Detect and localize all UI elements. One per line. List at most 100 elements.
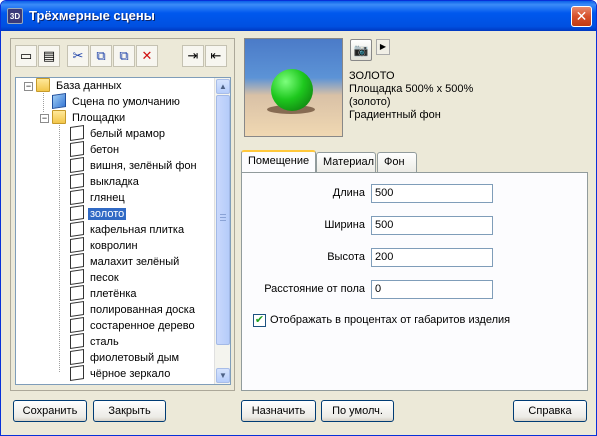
play-arrow-icon[interactable]: ▶ — [376, 39, 390, 55]
help-button[interactable]: Справка — [513, 400, 587, 422]
tree-item-label: чёрное зеркало — [90, 368, 171, 380]
export-icon[interactable]: ⇥ — [182, 45, 204, 67]
cube-icon — [70, 173, 84, 189]
close-button[interactable]: Закрыть — [93, 400, 166, 422]
tree-item[interactable]: белый мрамор — [70, 125, 167, 142]
tree-item-label: малахит зелёный — [90, 256, 180, 268]
save-button[interactable]: Сохранить — [13, 400, 87, 422]
assign-button[interactable]: Назначить — [241, 400, 316, 422]
window-title: Трёхмерные сцены — [29, 8, 155, 23]
scroll-up-icon[interactable]: ▲ — [216, 79, 230, 94]
tree-item[interactable]: выкладка — [70, 173, 141, 190]
cube-icon — [70, 189, 84, 205]
cube-icon — [70, 205, 84, 221]
cube-icon — [70, 221, 84, 237]
copy-icon[interactable]: ⧉ — [90, 45, 112, 67]
scene-preview — [244, 38, 343, 137]
width-label: Ширина — [324, 219, 365, 231]
width-field[interactable]: 500 — [371, 216, 493, 235]
tree-item[interactable]: сталь — [70, 333, 121, 350]
default-button[interactable]: По умолч. — [321, 400, 394, 422]
scroll-down-icon[interactable]: ▼ — [216, 368, 230, 383]
room-tab-panel: Длина 500 Ширина 500 Высота 200 Расстоян… — [241, 172, 588, 391]
tree-item[interactable]: чёрное зеркало — [70, 365, 172, 382]
percent-checkbox-label: Отображать в процентах от габаритов изде… — [270, 314, 511, 326]
cube-icon — [70, 237, 84, 253]
paste-icon[interactable]: ⧉ — [113, 45, 135, 67]
tree-root-database[interactable]: База данных — [36, 78, 124, 94]
length-field[interactable]: 500 — [371, 184, 493, 203]
cube-icon — [70, 269, 84, 285]
tree-item-label: кафельная плитка — [90, 224, 185, 236]
grip-line — [220, 214, 226, 215]
tree-item-label: плетёнка — [90, 288, 137, 300]
tree-item[interactable]: полированная доска — [70, 301, 197, 318]
open-folder-icon[interactable]: ▤ — [38, 45, 60, 67]
percent-checkbox[interactable]: ✔ — [253, 314, 266, 327]
cube-icon — [70, 253, 84, 269]
height-label: Высота — [327, 251, 365, 263]
tree-item[interactable]: бетон — [70, 141, 121, 158]
cube-icon — [70, 141, 84, 157]
cube-icon — [70, 301, 84, 317]
import-icon[interactable]: ⇤ — [205, 45, 227, 67]
floor-distance-label: Расстояние от пола — [264, 283, 365, 295]
delete-icon[interactable]: ✕ — [136, 45, 158, 67]
tree-item-label: ковролин — [90, 240, 138, 252]
tree-line — [59, 122, 60, 372]
tree-item-label: выкладка — [90, 176, 139, 188]
library-panel: ▭ ▤ ✂ ⧉ ⧉ ✕ ⇥ ⇤ − База данных Сцена по у… — [10, 38, 235, 391]
tree-item[interactable]: вишня, зелёный фон — [70, 157, 199, 174]
tree-default-scene[interactable]: Сцена по умолчанию — [52, 93, 182, 110]
tree-root-label: База данных — [56, 80, 122, 92]
tree-item[interactable]: кафельная плитка — [70, 221, 186, 238]
tree-item[interactable]: малахит зелёный — [70, 253, 181, 270]
cube-icon — [70, 365, 84, 381]
tree-item[interactable]: состаренное дерево — [70, 317, 197, 334]
scene-background: Градиентный фон — [349, 109, 441, 121]
tree-item-label: песок — [90, 272, 119, 284]
tree-item-label: глянец — [90, 192, 125, 204]
title-bar[interactable]: 3D Трёхмерные сцены ✕ — [1, 1, 596, 31]
tree-item-label: золото — [88, 208, 127, 220]
scene-material: (золото) — [349, 96, 391, 108]
cube-icon — [70, 317, 84, 333]
tree-item-label: белый мрамор — [90, 128, 166, 140]
cube-icon — [70, 333, 84, 349]
expand-toggle[interactable]: − — [24, 82, 33, 91]
tree-group-platforms[interactable]: Площадки — [52, 110, 127, 126]
tree-item[interactable]: ковролин — [70, 237, 140, 254]
tree-item[interactable]: песок — [70, 269, 121, 286]
scenes-window: 3D Трёхмерные сцены ✕ ▭ ▤ ✂ ⧉ ⧉ ✕ ⇥ ⇤ − … — [0, 0, 597, 436]
height-field[interactable]: 200 — [371, 248, 493, 267]
length-label: Длина — [332, 187, 365, 199]
default-scene-label: Сцена по умолчанию — [72, 96, 180, 108]
new-icon[interactable]: ▭ — [15, 45, 37, 67]
floor-distance-field[interactable]: 0 — [371, 280, 493, 299]
app-3d-icon: 3D — [7, 8, 23, 24]
close-window-button[interactable]: ✕ — [571, 6, 592, 27]
tab-room[interactable]: Помещение — [241, 150, 316, 173]
cube-icon — [70, 125, 84, 141]
tree-item-selected[interactable]: золото — [70, 205, 127, 222]
tree-item[interactable]: глянец — [70, 189, 127, 206]
tree-item-label: полированная доска — [90, 304, 195, 316]
folder-open-icon — [52, 110, 66, 124]
tree-item[interactable]: фиолетовый дым — [70, 349, 181, 366]
expand-toggle[interactable]: − — [40, 114, 49, 123]
tree-item-label: сталь — [90, 336, 119, 348]
tree-item[interactable]: плетёнка — [70, 285, 139, 302]
scene-tree[interactable]: − База данных Сцена по умолчанию − Площа… — [15, 77, 231, 385]
preview-sphere — [271, 69, 313, 111]
cube-icon — [52, 93, 66, 109]
cut-icon[interactable]: ✂ — [67, 45, 89, 67]
folder-icon — [36, 78, 50, 92]
tree-item-label: бетон — [90, 144, 120, 156]
camera-icon[interactable]: 📷 — [350, 39, 372, 61]
tab-material[interactable]: Материал — [316, 152, 376, 172]
tree-item-label: фиолетовый дым — [90, 352, 180, 364]
tab-background[interactable]: Фон — [377, 152, 417, 172]
cube-icon — [70, 157, 84, 173]
library-toolbar: ▭ ▤ ✂ ⧉ ⧉ ✕ ⇥ ⇤ — [15, 45, 230, 69]
cube-icon — [70, 349, 84, 365]
